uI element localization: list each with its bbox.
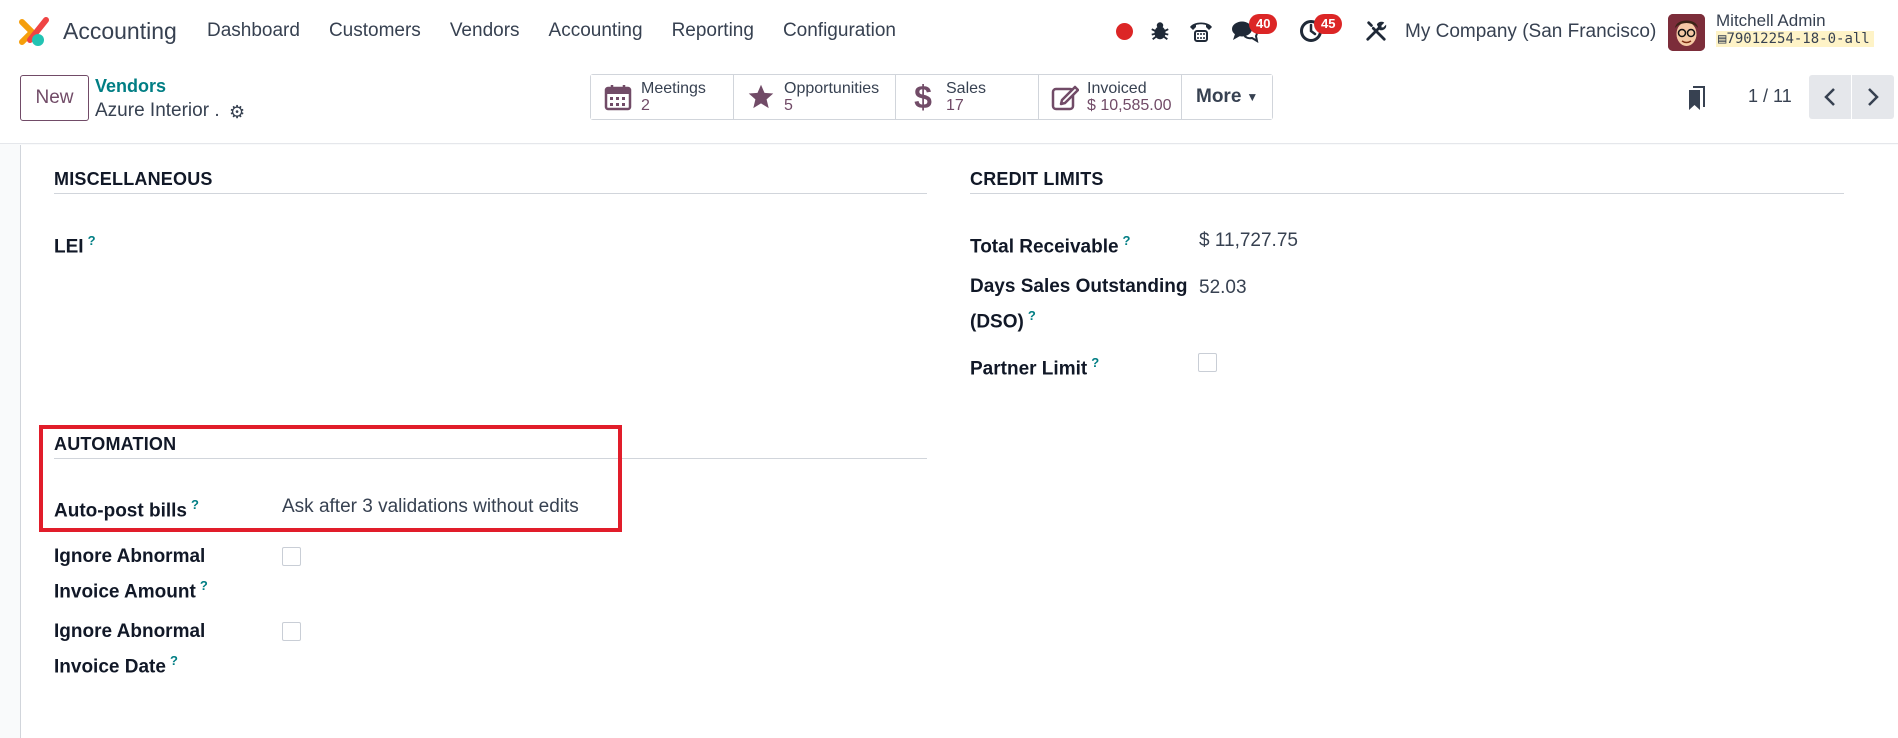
gear-icon[interactable]: ⚙ (229, 102, 245, 123)
control-panel: New Vendors Azure Interior . ⚙ Meetings 2… (0, 64, 1898, 144)
total-receivable-label-text: Total Receivable (970, 236, 1119, 258)
user-name[interactable]: Mitchell Admin (1716, 11, 1826, 31)
dso-value: 52.03 (1199, 277, 1247, 298)
invoiced-button[interactable]: Invoiced $ 10,585.00 (1039, 75, 1182, 119)
meetings-button[interactable]: Meetings 2 (591, 75, 734, 119)
dso-label-line-2: (DSO) (970, 311, 1024, 333)
menu-vendors[interactable]: Vendors (450, 20, 520, 42)
miscellaneous-section-title: MISCELLANEOUS (54, 169, 213, 189)
sales-count: 17 (946, 97, 964, 114)
pager-next-button[interactable] (1852, 75, 1894, 119)
recording-indicator[interactable] (1116, 23, 1133, 40)
lei-label-text: LEI (54, 236, 84, 258)
company-switcher[interactable]: My Company (San Francisco) (1405, 21, 1656, 43)
pager-value[interactable]: 1 / 11 (1748, 86, 1792, 107)
dso-label: Days Sales Outstanding (DSO)? (970, 272, 1188, 336)
accounting-app-logo[interactable] (18, 16, 50, 48)
credit-limits-divider (970, 193, 1844, 194)
partner-limit-label: Partner Limit? (970, 348, 1099, 383)
dso-label-line-1: Days Sales Outstanding (970, 276, 1188, 297)
top-navbar: Accounting Dashboard Customers Vendors A… (0, 0, 1898, 64)
total-receivable-label: Total Receivable? (970, 226, 1131, 261)
total-receivable-value: $ 11,727.75 (1199, 230, 1298, 251)
app-name[interactable]: Accounting (63, 18, 177, 45)
ignore-abnormal-date-label: Ignore Abnormal Invoice Date? (54, 617, 205, 681)
ignore-abnormal-amount-label: Ignore Abnormal Invoice Amount? (54, 542, 208, 606)
pager-previous-button[interactable] (1809, 75, 1851, 119)
ignore-date-help-icon[interactable]: ? (170, 653, 178, 668)
tools-icon[interactable] (1365, 20, 1387, 42)
meetings-label: Meetings (641, 80, 706, 97)
ignore-abnormal-date-checkbox[interactable] (282, 622, 301, 641)
edit-icon (1051, 82, 1079, 112)
bookmark-icon[interactable] (1686, 86, 1706, 112)
more-label: More (1196, 86, 1242, 107)
partner-limit-label-text: Partner Limit (970, 358, 1088, 380)
lei-label: LEI? (54, 226, 96, 261)
menu-dashboard[interactable]: Dashboard (207, 20, 300, 42)
caret-down-icon: ▼ (1246, 90, 1259, 104)
ignore-amount-help-icon[interactable]: ? (200, 578, 208, 593)
credit-limits-section-title: CREDIT LIMITS (970, 169, 1104, 189)
dollar-icon: $ (914, 78, 932, 115)
dso-help-icon[interactable]: ? (1028, 308, 1036, 323)
miscellaneous-divider (54, 193, 927, 194)
ignore-date-label-line-1: Ignore Abnormal (54, 621, 206, 642)
total-receivable-help-icon[interactable]: ? (1123, 233, 1131, 248)
opportunities-label: Opportunities (784, 80, 880, 97)
opportunities-count: 5 (784, 97, 793, 114)
smart-buttons: Meetings 2 Opportunities 5 $ Sales 17 Invoi… (590, 74, 1274, 120)
invoiced-amount: $ 10,585.00 (1087, 97, 1172, 114)
chat-badge: 40 (1249, 14, 1278, 34)
annotation-highlight-box (39, 425, 622, 532)
ignore-abnormal-amount-checkbox[interactable] (282, 547, 301, 566)
menu-reporting[interactable]: Reporting (672, 20, 754, 42)
database-name: 79012254-18-0-all (1726, 31, 1870, 47)
partner-limit-help-icon[interactable]: ? (1091, 355, 1099, 370)
record-name: Azure Interior . (95, 100, 220, 121)
opportunities-button[interactable]: Opportunities 5 (734, 75, 896, 119)
menu-customers[interactable]: Customers (329, 20, 421, 42)
phone-icon[interactable] (1188, 19, 1214, 43)
chevron-right-icon (1868, 88, 1879, 106)
partner-limit-checkbox[interactable] (1198, 353, 1217, 372)
new-button[interactable]: New (20, 75, 89, 121)
menu-accounting[interactable]: Accounting (549, 20, 643, 42)
ignore-date-label-line-2: Invoice Date (54, 656, 166, 678)
more-dropdown[interactable]: More ▼ (1182, 75, 1273, 119)
star-icon (746, 82, 776, 112)
ignore-amount-label-line-1: Ignore Abnormal (54, 546, 206, 567)
calendar-icon (603, 82, 633, 112)
user-avatar[interactable] (1668, 14, 1705, 51)
meetings-count: 2 (641, 97, 650, 114)
lei-help-icon[interactable]: ? (88, 233, 96, 248)
sales-button[interactable]: $ Sales 17 (896, 75, 1039, 119)
chevron-left-icon (1824, 88, 1835, 106)
menu-configuration[interactable]: Configuration (783, 20, 896, 42)
database-tag: ▤79012254-18-0-all (1716, 31, 1874, 47)
invoiced-label: Invoiced (1087, 80, 1147, 97)
ignore-amount-label-line-2: Invoice Amount (54, 581, 196, 603)
breadcrumb-vendors[interactable]: Vendors (95, 76, 166, 97)
sales-label: Sales (946, 80, 987, 97)
bug-icon[interactable] (1149, 20, 1171, 42)
activity-badge: 45 (1314, 14, 1343, 34)
main-menu: Dashboard Customers Vendors Accounting R… (207, 20, 925, 42)
